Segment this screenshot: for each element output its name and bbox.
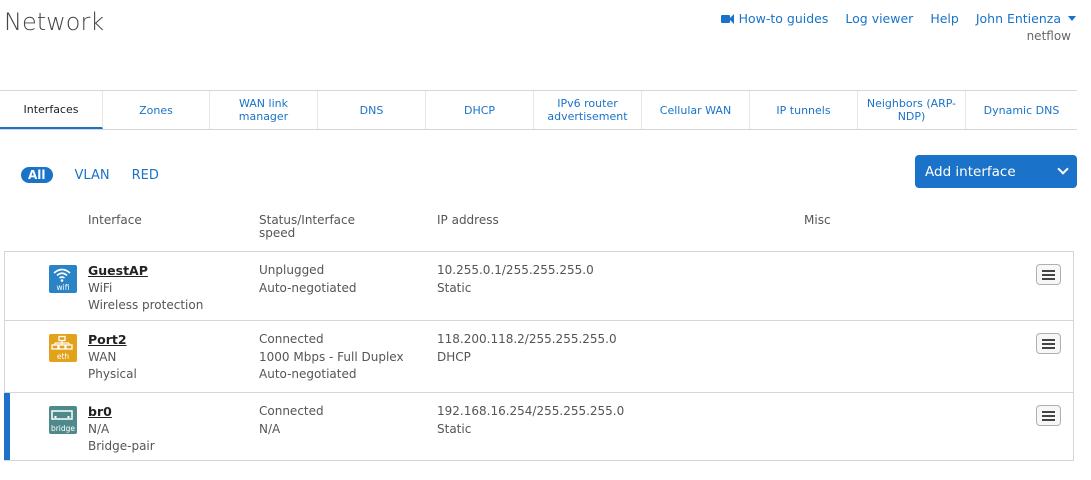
interface-detail: Physical [88,367,137,381]
column-header-status: Status/Interface speed [259,213,356,240]
tab-ip-tunnels[interactable]: IP tunnels [750,91,858,129]
interface-name-link[interactable]: GuestAP [88,262,203,280]
tab-dynamic-dns[interactable]: Dynamic DNS [966,91,1077,129]
status-line-3: Auto-negotiated [259,367,357,381]
ethernet-icon: eth [49,334,77,362]
caret-down-icon [1068,16,1076,21]
icon-label: wifi [56,283,70,292]
tab-wan-link-manager[interactable]: WAN link manager [210,91,318,129]
row-menu-button[interactable] [1036,333,1061,354]
filter-vlan[interactable]: VLAN [75,168,110,183]
column-header-misc: Misc [804,213,831,227]
status-line-1: Connected [259,332,324,346]
interfaces-table: wifi GuestAP WiFi Wireless protection Un… [4,251,1074,461]
status-line-2: N/A [259,421,281,436]
column-header-interface: Interface [88,213,142,227]
user-menu[interactable]: John Entienza [976,11,1076,26]
tab-interfaces[interactable]: Interfaces [0,91,103,129]
log-viewer-link[interactable]: Log viewer [845,11,913,26]
filter-all[interactable]: All [21,167,53,183]
status-line-1: Unplugged [259,263,325,277]
bridge-icon: bridge [49,406,77,434]
interface-type: N/A [88,421,110,436]
table-row[interactable]: wifi GuestAP WiFi Wireless protection Un… [5,252,1073,321]
howto-guides-label: How-to guides [738,11,829,26]
video-camera-icon [720,13,734,24]
filter-bar: All VLAN RED [21,167,159,183]
interface-name-link[interactable]: Port2 [88,331,137,349]
add-interface-button[interactable]: Add interface [915,155,1077,188]
icon-label: eth [56,352,70,361]
interface-name-link[interactable]: br0 [88,403,155,421]
table-row[interactable]: eth Port2 WAN Physical Connected 1000 Mb… [5,321,1073,393]
top-links: How-to guides Log viewer Help John Entie… [720,11,1076,26]
page-title: Network [4,8,105,36]
tab-cellular-wan[interactable]: Cellular WAN [642,91,750,129]
tab-neighbors[interactable]: Neighbors (ARP-NDP) [858,91,966,129]
interface-detail: Wireless protection [88,298,204,312]
interface-detail: Bridge-pair [88,439,155,453]
help-link[interactable]: Help [930,11,959,26]
filter-red[interactable]: RED [132,168,159,183]
column-header-ip: IP address [437,213,499,227]
row-menu-button[interactable] [1036,264,1061,285]
status-line-1: Connected [259,404,324,418]
ip-mode: DHCP [437,349,471,364]
ip-address: 118.200.118.2/255.255.255.0 [437,332,617,346]
ip-address: 192.168.16.254/255.255.255.0 [437,404,625,418]
chevron-down-icon [1057,163,1069,175]
icon-label: bridge [50,424,76,433]
ip-address: 10.255.0.1/255.255.255.0 [437,263,594,277]
tab-ipv6-router-advertisement[interactable]: IPv6 router advertisement [534,91,642,129]
tab-dns[interactable]: DNS [318,91,426,129]
interface-type: WiFi [88,280,113,295]
user-name: John Entienza [975,11,1061,26]
tab-bar: Interfaces Zones WAN link manager DNS DH… [0,90,1077,130]
tab-dhcp[interactable]: DHCP [426,91,534,129]
ip-mode: Static [437,421,472,436]
row-menu-button[interactable] [1036,405,1061,426]
wifi-icon: wifi [49,265,77,293]
status-line-2: 1000 Mbps - Full Duplex [259,349,404,364]
howto-guides-link[interactable]: How-to guides [720,11,829,26]
ip-mode: Static [437,280,472,295]
interface-type: WAN [88,349,117,364]
user-subtitle: netflow [1026,29,1071,43]
table-row[interactable]: bridge br0 N/A Bridge-pair Connected N/A… [4,393,1073,460]
add-interface-label: Add interface [925,163,1016,180]
status-line-2: Auto-negotiated [259,280,357,295]
tab-zones[interactable]: Zones [103,91,210,129]
